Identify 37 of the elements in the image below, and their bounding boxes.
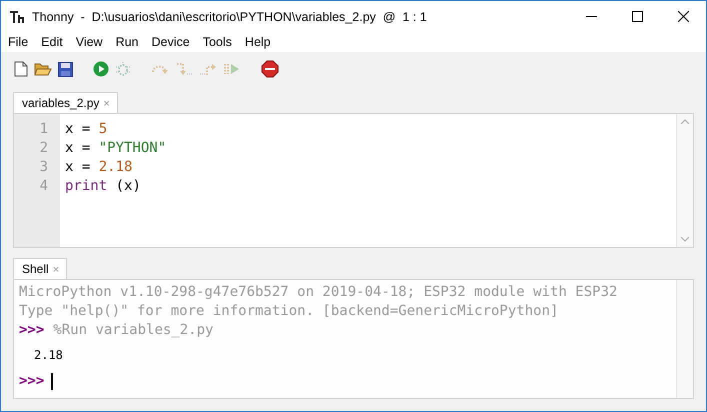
text-cursor (51, 373, 54, 390)
scrollbar[interactable] (676, 114, 693, 247)
shell-prompt: >>> (19, 372, 44, 391)
scroll-down-icon[interactable] (681, 237, 689, 242)
folder-icon[interactable] (34, 62, 52, 76)
menu-item[interactable]: Tools (196, 35, 238, 49)
code-line: x = 2.18 (65, 159, 132, 175)
code-line: x = "PYTHON" (65, 140, 166, 156)
stop-icon[interactable] (261, 60, 279, 78)
shell-prompt: >>> (19, 321, 44, 340)
new-file-icon[interactable] (14, 61, 28, 77)
code-line: x = 5 (65, 121, 108, 137)
close-icon[interactable] (678, 11, 689, 22)
menu-item[interactable]: View (68, 35, 109, 49)
line-number: 1 (38, 120, 49, 139)
menu-item[interactable]: File (1, 35, 34, 49)
run-icon[interactable] (93, 61, 109, 77)
scroll-up-icon[interactable] (681, 119, 689, 124)
save-icon[interactable] (58, 62, 73, 76)
menu-item[interactable]: Run (108, 35, 145, 49)
line-number: 3 (38, 158, 49, 177)
line-number: 4 (38, 177, 49, 196)
menu-item[interactable]: Help (238, 35, 277, 49)
code-line: print (x) (65, 178, 141, 194)
shell-tab[interactable]: Shell × (13, 258, 68, 279)
editor-tab[interactable]: variables_2.py × (13, 92, 118, 113)
app-logo-icon (9, 8, 25, 24)
menu-item[interactable]: Edit (34, 35, 69, 49)
maximize-icon[interactable] (632, 11, 643, 22)
line-number: 2 (38, 139, 49, 158)
shell-banner-line: Type "help()" for more information. [backend=GenericMicroPython] (19, 302, 558, 321)
scrollbar[interactable] (676, 280, 693, 398)
window-title: Thonny - D:\usuarios\dani\escritorio\PYTHON\variables_2.py @ 1 : 1 (32, 10, 427, 24)
shell-banner-line: MicroPython v1.10-298-g47e76b527 on 2019-04-18; ESP32 module with ESP32 (19, 283, 618, 302)
menu-item[interactable]: Device (144, 35, 196, 49)
shell-command: %Run variables_2.py (53, 321, 214, 340)
shell-output: 2.18 (34, 347, 63, 364)
